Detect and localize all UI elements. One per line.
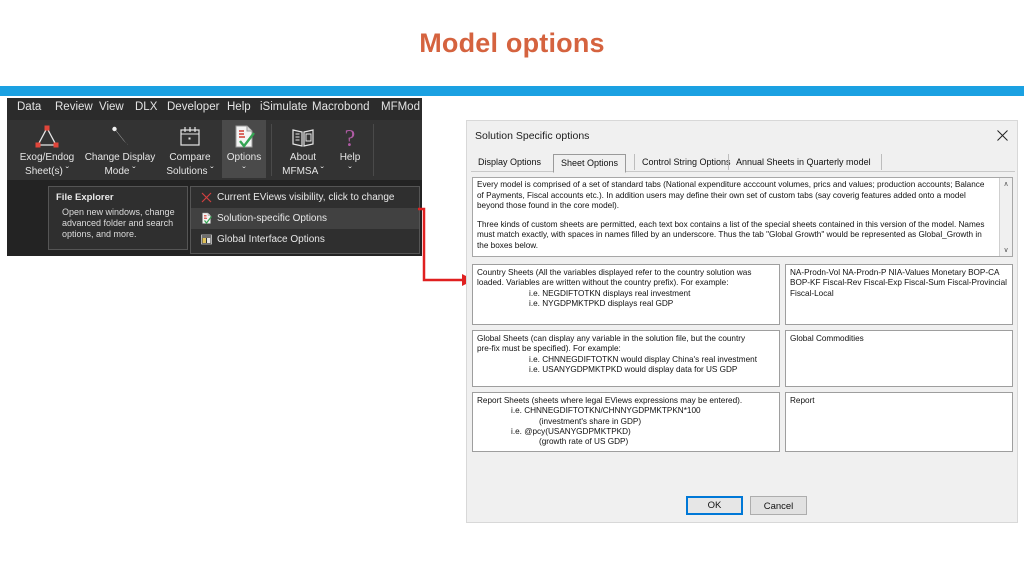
ribbon-button-exog[interactable]: Exog/Endog Sheet(s) ˇ xyxy=(12,120,82,178)
ribbon-button-about[interactable]: About MFMSA ˇ xyxy=(275,120,331,178)
ribbon-tab-help[interactable]: Help xyxy=(227,101,251,113)
ribbon-command-row: Exog/Endog Sheet(s) ˇ Change Display Mode ˇ… xyxy=(7,120,422,180)
solution-specific-options-dialog: Solution Specific options Display Option… xyxy=(466,120,1018,523)
ribbon-button-label: Change Display xyxy=(84,152,156,163)
red-x-icon xyxy=(195,191,217,204)
description-paragraph-1: Every model is comprised of a set of sta… xyxy=(477,180,985,210)
global-sheets-line-3: i.e. CHNNEGDIFTOTKN would display China'… xyxy=(529,354,758,364)
country-sheets-textbox[interactable]: Country Sheets (All the variables displa… xyxy=(472,264,780,325)
description-textbox[interactable]: Every model is comprised of a set of sta… xyxy=(472,177,1013,257)
ok-button[interactable]: OK xyxy=(686,496,743,515)
report-sheets-line-2: i.e. CHNNEGDIFTOTKN/CHNNYGDPMKTPKN*100 xyxy=(511,406,701,416)
menu-item-label: Solution-specific Options xyxy=(217,213,328,224)
ribbon-tab-bar: Data Review View DLX Developer Help iSimulate M… xyxy=(7,98,422,120)
ribbon-button-options[interactable]: Options ˇ xyxy=(222,120,266,178)
menu-item-label: Global Interface Options xyxy=(217,234,325,245)
cancel-button[interactable]: Cancel xyxy=(750,496,807,515)
ribbon-tab-developer[interactable]: Developer xyxy=(167,101,219,113)
ribbon-tab-mfmod[interactable]: MFMod xyxy=(381,101,420,113)
ribbon-tab-isimulate[interactable]: iSimulate xyxy=(260,101,307,113)
calendar-icon xyxy=(159,120,221,150)
report-sheets-line-4: i.e. @pcy(USANYGDPMKTPKD) xyxy=(511,426,631,436)
country-sheets-values-textbox[interactable]: NA-Prodn-Vol NA-Prodn-P NIA-Values Monet… xyxy=(785,264,1013,325)
tooltip-title: File Explorer xyxy=(56,192,114,203)
window-settings-icon xyxy=(195,233,217,246)
scroll-up-icon[interactable]: ∧ xyxy=(1000,178,1012,190)
ribbon-button-sublabel: ˇ xyxy=(348,165,352,177)
dialog-tab-display-options[interactable]: Display Options xyxy=(471,154,548,170)
document-check-icon xyxy=(195,212,217,225)
options-dropdown-menu[interactable]: Current EViews visibility, click to chan… xyxy=(190,186,420,254)
question-mark-icon: ? xyxy=(331,120,369,150)
description-paragraph-2: Three kinds of custom sheets are permitt… xyxy=(477,219,985,250)
ribbon-tab-dlx[interactable]: DLX xyxy=(135,101,157,113)
ribbon-button-sublabel: MFMSA ˇ xyxy=(282,165,324,177)
accent-divider xyxy=(0,86,1024,96)
dialog-tab-empty[interactable] xyxy=(881,154,896,170)
menu-item-global-interface[interactable]: Global Interface Options xyxy=(191,229,419,250)
global-sheets-textbox[interactable]: Global Sheets (can display any variable … xyxy=(472,330,780,387)
country-sheets-line-3: i.e. NEGDIFTOTKN displays real investmen… xyxy=(529,288,691,298)
country-sheets-line-2: loaded. Variables are written without th… xyxy=(477,278,729,288)
dialog-tab-annual-sheets-in-quarterly-model[interactable]: Annual Sheets in Quarterly model xyxy=(728,154,878,170)
ribbon-separator xyxy=(373,124,374,176)
description-text: Every model is comprised of a set of sta… xyxy=(477,180,989,259)
report-values-textbox[interactable]: Report xyxy=(785,392,1013,452)
global-sheets-line-4: i.e. USANYGDPMKTPKD would display data f… xyxy=(529,364,738,374)
dialog-tab-control-string-options[interactable]: Control String Options xyxy=(634,154,738,170)
file-explorer-tooltip: File Explorer Open new windows, change a… xyxy=(48,186,188,250)
global-sheets-line-1: Global Sheets (can display any variable … xyxy=(477,334,746,343)
ribbon-button-sublabel: Solutions ˇ xyxy=(166,165,214,177)
dialog-tab-strip[interactable]: Display Options Sheet Options Control Stri… xyxy=(471,154,1015,173)
ribbon-button-sublabel: Mode ˇ xyxy=(104,165,136,177)
dialog-title: Solution Specific options xyxy=(475,130,590,142)
ribbon-button-label: About xyxy=(289,152,317,163)
menu-item-label: Current EViews visibility, click to chan… xyxy=(217,192,395,203)
global-commodities-textbox[interactable]: Global Commodities xyxy=(785,330,1013,387)
svg-text:?: ? xyxy=(345,126,356,150)
ribbon-button-label: Exog/Endog xyxy=(19,152,75,163)
close-icon[interactable] xyxy=(993,126,1011,144)
menu-item-solution-specific-options[interactable]: Solution-specific Options xyxy=(191,208,419,229)
ribbon-button-label: Compare xyxy=(169,152,211,163)
ribbon-tab-review[interactable]: Review xyxy=(55,101,93,113)
tooltip-body: Open new windows, change advanced folder… xyxy=(62,207,175,239)
country-sheets-line-4: i.e. NYGDPMKTPKD displays real GDP xyxy=(529,298,674,308)
ribbon-button-label: Help xyxy=(339,152,361,163)
scroll-down-icon[interactable]: ∨ xyxy=(1000,244,1012,256)
ribbon-button-sublabel: ˇ xyxy=(242,165,246,177)
triangle-nodes-icon xyxy=(12,120,82,150)
global-sheets-line-2: pre-fix must be specified). For example: xyxy=(477,344,621,354)
menu-item-current-eviews[interactable]: Current EViews visibility, click to chan… xyxy=(191,187,419,208)
description-scrollbar[interactable]: ∧ ∨ xyxy=(999,178,1012,256)
report-sheets-line-1: Report Sheets (sheets where legal EViews… xyxy=(477,396,743,405)
document-check-icon xyxy=(222,120,266,150)
report-sheets-line-5: (growth rate of US GDP) xyxy=(539,437,629,447)
report-sheets-line-3: (investment's share in GDP) xyxy=(539,416,642,426)
country-sheets-line-1: Country Sheets (All the variables displa… xyxy=(477,268,752,277)
ribbon-button-label: Options xyxy=(226,152,262,163)
ribbon-button-compare[interactable]: Compare Solutions ˇ xyxy=(159,120,221,178)
ribbon-button-help[interactable]: ? Help ˇ xyxy=(331,120,369,178)
ribbon-button-sublabel: Sheet(s) ˇ xyxy=(25,165,69,177)
ribbon-separator xyxy=(271,124,272,176)
ribbon-button-display[interactable]: Change Display Mode ˇ xyxy=(77,120,163,178)
ribbon-tab-view[interactable]: View xyxy=(99,101,124,113)
report-sheets-textbox[interactable]: Report Sheets (sheets where legal EViews… xyxy=(472,392,780,452)
dialog-tab-sheet-options[interactable]: Sheet Options xyxy=(553,154,627,173)
page-title: Model options xyxy=(419,28,605,58)
ribbon-tab-data[interactable]: Data xyxy=(17,101,41,113)
ribbon-tab-macrobond[interactable]: Macrobond xyxy=(312,101,370,113)
book-icon xyxy=(275,120,331,150)
pen-icon xyxy=(77,120,163,150)
